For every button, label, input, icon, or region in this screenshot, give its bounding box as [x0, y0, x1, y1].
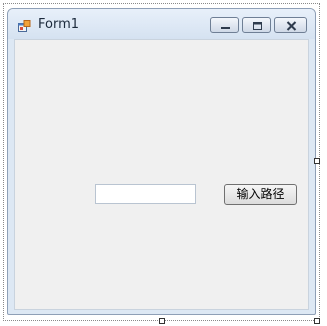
- form-client-area: 输入路径: [14, 39, 309, 310]
- close-button[interactable]: [274, 17, 307, 33]
- close-icon: [286, 21, 297, 31]
- minimize-icon: [221, 27, 230, 29]
- resize-handle-bottom-right[interactable]: [314, 318, 320, 324]
- input-path-button[interactable]: 输入路径: [224, 184, 297, 205]
- minimize-button[interactable]: [210, 17, 239, 33]
- resize-handle-bottom[interactable]: [159, 318, 165, 324]
- form-window[interactable]: Form1 输入路径: [7, 8, 316, 315]
- designer-surface: Form1 输入路径: [0, 0, 327, 326]
- title-bar[interactable]: Form1: [8, 9, 315, 39]
- maximize-button[interactable]: [242, 17, 271, 33]
- form-app-icon: [18, 18, 31, 32]
- path-input[interactable]: [95, 184, 196, 204]
- maximize-icon: [253, 22, 262, 30]
- window-title: Form1: [38, 17, 80, 32]
- resize-handle-right[interactable]: [314, 158, 320, 164]
